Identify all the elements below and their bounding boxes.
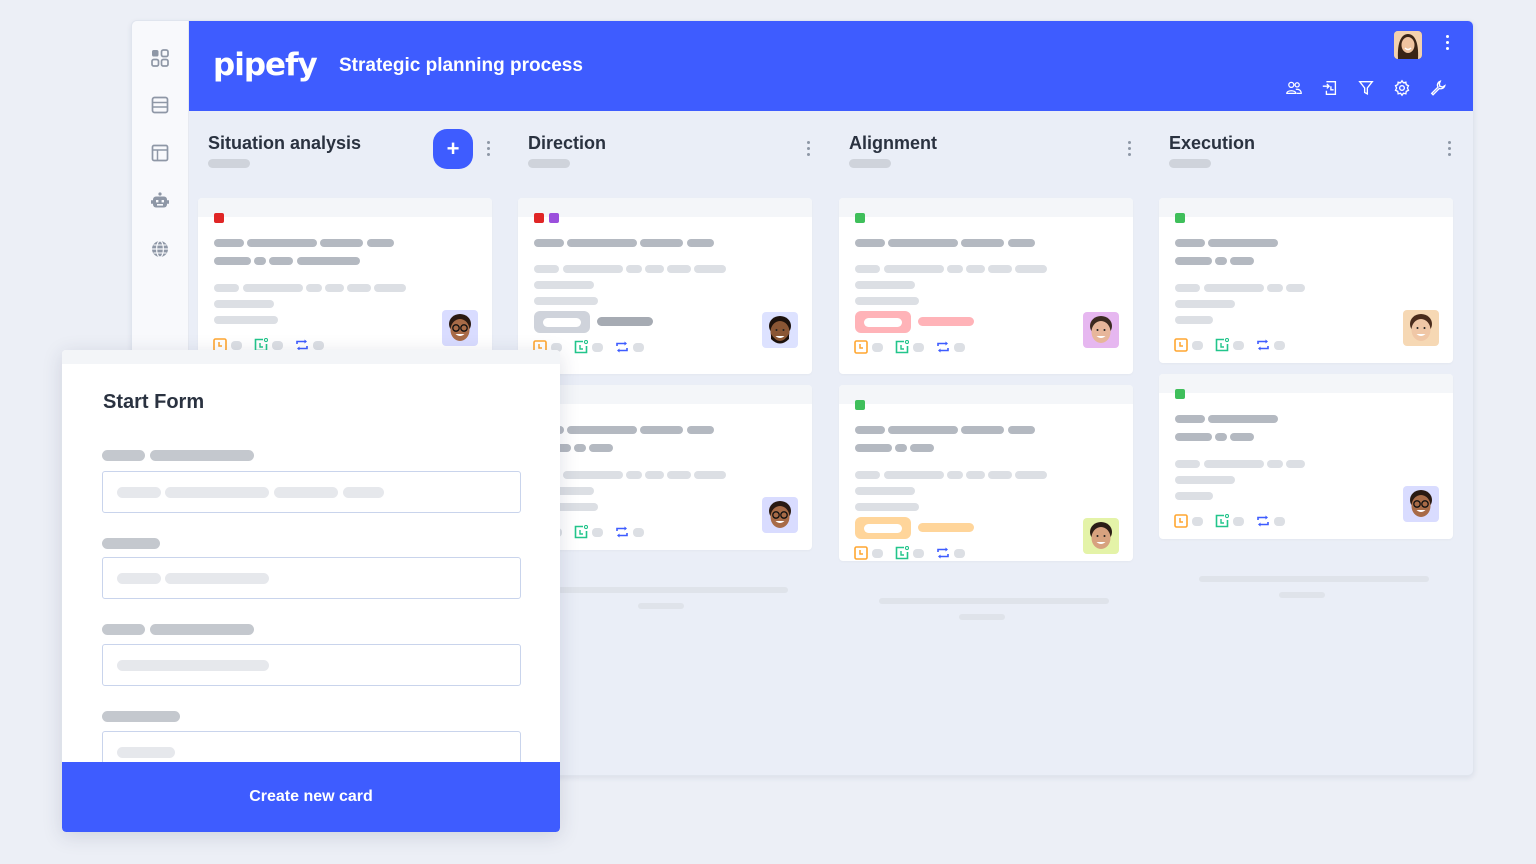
globe-icon[interactable] — [149, 238, 171, 260]
card[interactable] — [839, 198, 1133, 374]
create-new-card-button[interactable]: Create new card — [62, 762, 560, 832]
form-field-2-input[interactable] — [102, 557, 521, 599]
phase-title: Execution — [1169, 133, 1256, 153]
due-date-icon — [1215, 338, 1229, 352]
database-icon[interactable] — [149, 94, 171, 116]
label-badge — [855, 311, 911, 333]
card[interactable] — [198, 198, 492, 363]
start-form-panel: Start Form Create new card — [62, 350, 560, 832]
assignee-avatar[interactable] — [762, 497, 798, 533]
phase-count-skeleton — [208, 159, 250, 168]
phase-title: Direction — [528, 133, 607, 153]
assignee-avatar[interactable] — [1403, 310, 1439, 346]
phase-title: Situation analysis — [208, 133, 362, 153]
assignee-avatar[interactable] — [1083, 312, 1119, 348]
clock-icon — [1174, 338, 1188, 352]
assignee-avatar[interactable] — [442, 310, 478, 346]
clock-icon — [854, 340, 868, 354]
column-footer-skeleton — [879, 598, 1109, 604]
wrench-icon[interactable] — [1427, 77, 1449, 99]
repeat-icon — [615, 340, 629, 354]
field-label-skeleton — [150, 624, 254, 635]
clock-icon — [854, 546, 868, 560]
label-badge — [534, 311, 590, 333]
card[interactable] — [839, 385, 1133, 561]
due-date-icon — [895, 340, 909, 354]
members-icon[interactable] — [1283, 77, 1305, 99]
pipe-title: Strategic planning process — [339, 55, 583, 76]
label-tag — [534, 213, 544, 223]
more-vertical-icon[interactable] — [1128, 141, 1131, 156]
label-badge — [855, 517, 911, 539]
form-field-1-input[interactable] — [102, 471, 521, 513]
repeat-icon — [936, 340, 950, 354]
assignee-avatar[interactable] — [762, 312, 798, 348]
column-footer-skeleton — [558, 587, 788, 593]
more-vertical-icon[interactable] — [1446, 35, 1449, 50]
label-tag — [214, 213, 224, 223]
robot-icon[interactable] — [149, 190, 171, 212]
more-vertical-icon[interactable] — [807, 141, 810, 156]
label-tag — [1175, 389, 1185, 399]
more-vertical-icon[interactable] — [1448, 141, 1451, 156]
label-tag — [1175, 213, 1185, 223]
due-date-icon — [895, 546, 909, 560]
card[interactable] — [1159, 374, 1453, 539]
import-icon[interactable] — [1319, 77, 1341, 99]
due-date-icon — [574, 340, 588, 354]
repeat-icon — [936, 546, 950, 560]
column-footer-skeleton — [1199, 576, 1429, 582]
field-label-skeleton — [102, 450, 145, 461]
repeat-icon — [1256, 514, 1270, 528]
settings-icon[interactable] — [1391, 77, 1413, 99]
add-card-button[interactable]: + — [433, 129, 473, 169]
pipefy-logo[interactable]: pipefy — [213, 47, 318, 83]
column-footer-skeleton — [1279, 592, 1325, 598]
card[interactable] — [518, 385, 812, 550]
due-date-icon — [1215, 514, 1229, 528]
form-top-strip — [62, 350, 560, 364]
field-label-skeleton — [150, 450, 254, 461]
field-label-skeleton — [102, 624, 145, 635]
filter-icon[interactable] — [1355, 77, 1377, 99]
repeat-icon — [615, 525, 629, 539]
phase-title: Alignment — [849, 133, 937, 153]
assignee-avatar[interactable] — [1403, 486, 1439, 522]
more-vertical-icon[interactable] — [487, 141, 490, 156]
phase-count-skeleton — [528, 159, 570, 168]
phase-count-skeleton — [849, 159, 891, 168]
card[interactable] — [518, 198, 812, 374]
field-label-skeleton — [102, 711, 180, 722]
due-date-icon — [574, 525, 588, 539]
field-label-skeleton — [102, 538, 160, 549]
label-tag — [549, 213, 559, 223]
layout-icon[interactable] — [149, 142, 171, 164]
form-field-3-input[interactable] — [102, 644, 521, 686]
assignee-avatar[interactable] — [1083, 518, 1119, 554]
clock-icon — [1174, 514, 1188, 528]
grid-icon[interactable] — [149, 47, 171, 69]
phase-count-skeleton — [1169, 159, 1211, 168]
label-tag — [855, 213, 865, 223]
card[interactable] — [1159, 198, 1453, 363]
repeat-icon — [1256, 338, 1270, 352]
label-tag — [855, 400, 865, 410]
column-footer-skeleton — [638, 603, 684, 609]
user-avatar[interactable] — [1394, 31, 1422, 59]
column-footer-skeleton — [959, 614, 1005, 620]
form-title: Start Form — [103, 391, 205, 413]
pipe-header: pipefy Strategic planning process — [189, 21, 1473, 111]
